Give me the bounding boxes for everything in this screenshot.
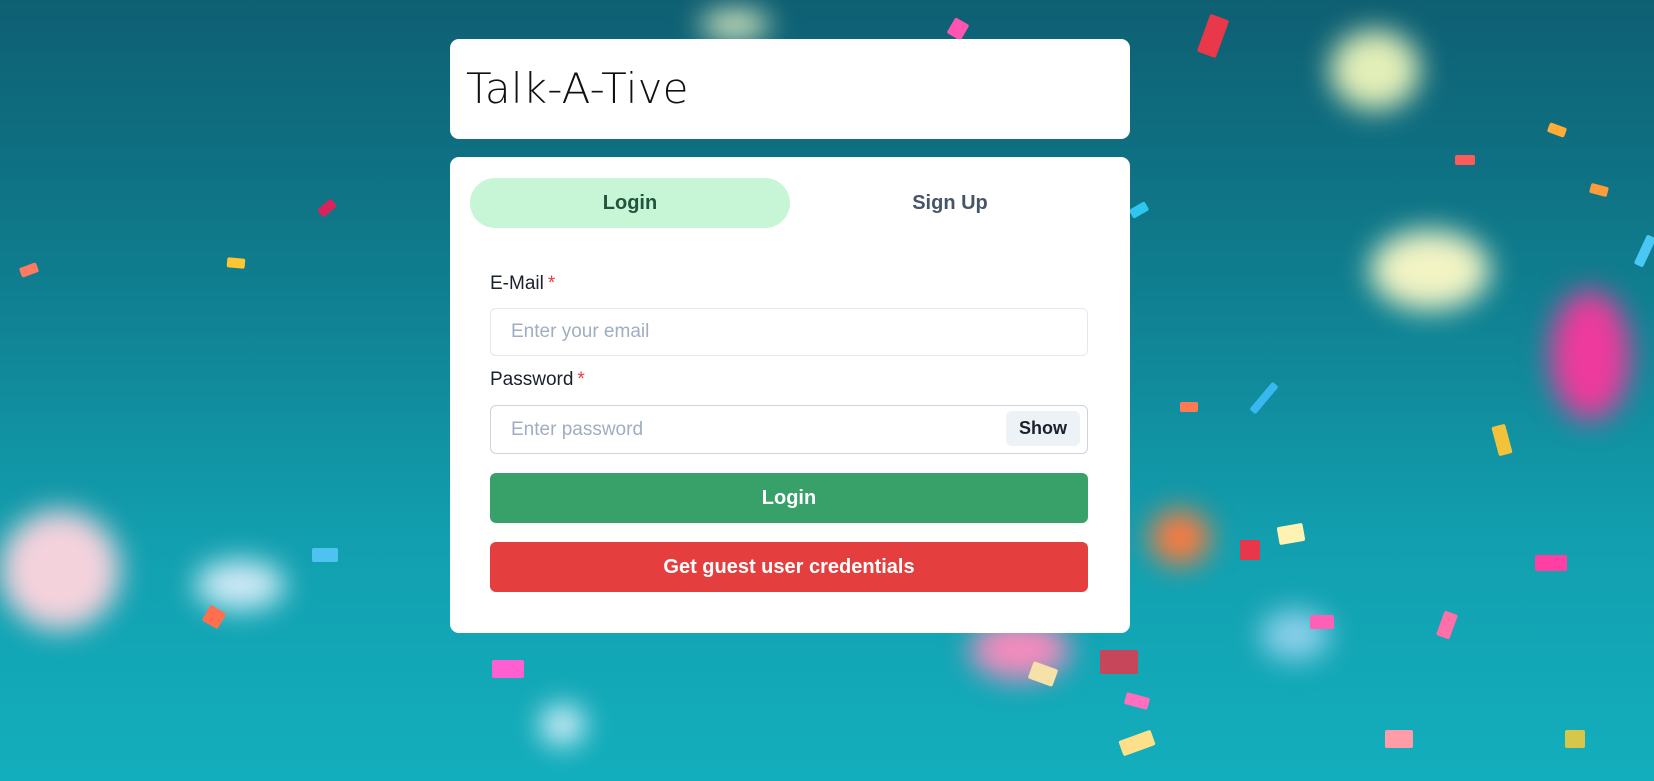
password-input[interactable] <box>490 405 1088 454</box>
auth-form-card: Login Sign Up E-Mail* Password* Show Log… <box>450 157 1130 633</box>
confetti-piece <box>1435 610 1459 640</box>
confetti-piece <box>226 257 246 269</box>
required-marker: * <box>577 369 585 390</box>
password-field-group: Show <box>490 405 1088 454</box>
app-title-card: Talk-A-Tive <box>450 39 1130 139</box>
auth-tabs: Login Sign Up <box>470 178 1110 228</box>
confetti-piece <box>1455 155 1475 165</box>
bokeh-light <box>1330 30 1420 110</box>
guest-credentials-button[interactable]: Get guest user credentials <box>490 542 1088 592</box>
confetti-piece <box>312 548 338 562</box>
confetti-piece <box>1128 201 1150 219</box>
bokeh-light <box>195 560 285 610</box>
confetti-piece <box>1589 182 1609 198</box>
required-marker: * <box>547 273 556 294</box>
confetti-piece <box>1240 540 1260 560</box>
tab-sign-up[interactable]: Sign Up <box>790 178 1110 228</box>
confetti-piece <box>1276 522 1306 546</box>
bokeh-light <box>1150 510 1210 565</box>
bokeh-light <box>1550 290 1630 420</box>
email-input[interactable] <box>490 308 1088 356</box>
confetti-piece <box>201 604 227 630</box>
confetti-piece <box>1385 730 1413 748</box>
confetti-piece <box>1633 234 1654 268</box>
confetti-piece <box>1196 13 1230 59</box>
confetti-piece <box>1310 615 1334 629</box>
tab-login[interactable]: Login <box>470 178 790 228</box>
confetti-piece <box>1535 555 1567 571</box>
confetti-piece <box>1100 650 1138 674</box>
bokeh-light <box>540 705 585 745</box>
app-title: Talk-A-Tive <box>466 64 689 113</box>
confetti-piece <box>1180 402 1198 412</box>
confetti-piece <box>1546 122 1568 138</box>
show-password-button[interactable]: Show <box>1006 411 1080 446</box>
password-label-text: Password <box>490 369 574 390</box>
confetti-piece <box>1249 381 1279 415</box>
confetti-piece <box>316 198 338 218</box>
bokeh-light <box>700 10 770 40</box>
confetti-piece <box>18 262 40 278</box>
confetti-piece <box>492 660 524 678</box>
email-label-text: E-Mail <box>490 273 544 294</box>
bokeh-light <box>0 510 120 630</box>
confetti-piece <box>1123 692 1151 710</box>
confetti-piece <box>1491 423 1513 457</box>
confetti-piece <box>1118 729 1156 757</box>
email-label: E-Mail * <box>490 273 555 295</box>
confetti-piece <box>946 17 970 41</box>
bokeh-light <box>1370 230 1490 310</box>
confetti-piece <box>1565 730 1585 748</box>
login-button[interactable]: Login <box>490 473 1088 523</box>
password-label: Password * <box>490 369 585 391</box>
